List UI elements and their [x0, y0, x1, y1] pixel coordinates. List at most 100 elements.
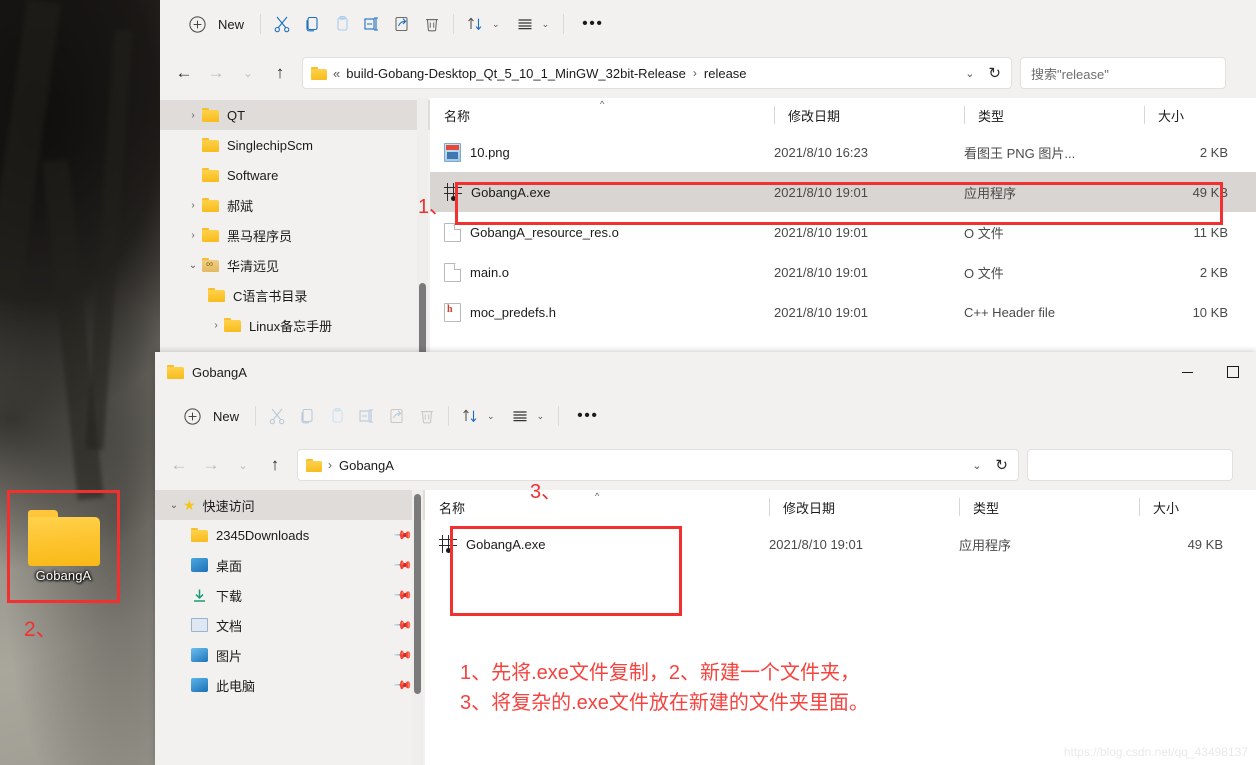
address-overflow[interactable]: « [333, 66, 340, 81]
paste-icon[interactable] [327, 8, 357, 40]
address-row-bottom: ← → ⌄ ↑ › GobangA ⌄ ↻ [155, 440, 1256, 490]
back-button[interactable]: ← [163, 449, 195, 481]
nav-item-haobin[interactable]: › 郝斌 [160, 190, 430, 220]
plus-circle-icon [182, 8, 212, 40]
forward-button[interactable]: → [200, 57, 232, 89]
delete-icon [412, 400, 442, 432]
breadcrumb-2[interactable]: release [704, 66, 747, 81]
new-button[interactable]: New [172, 8, 254, 40]
column-date[interactable]: 修改日期 [769, 490, 959, 524]
nav-item-qt[interactable]: › QT [160, 100, 430, 130]
column-name[interactable]: ^ 名称 [430, 98, 774, 132]
back-button[interactable]: ← [168, 57, 200, 89]
sort-icon[interactable] [455, 400, 485, 432]
chevron-right-icon[interactable]: › [184, 200, 202, 211]
nav-scrollbar-thumb[interactable] [414, 494, 421, 694]
scissors-icon[interactable] [267, 8, 297, 40]
refresh-icon[interactable]: ↻ [995, 456, 1008, 474]
folder-icon [306, 458, 322, 472]
nav-item-this-pc[interactable]: 此电脑 📌 [155, 670, 425, 700]
column-size[interactable]: 大小 [1139, 490, 1239, 524]
chevron-down-icon[interactable]: ⌄ [487, 411, 495, 422]
more-icon[interactable]: ••• [570, 15, 615, 33]
new-button[interactable]: New [167, 400, 249, 432]
address-bar[interactable]: « build-Gobang-Desktop_Qt_5_10_1_MinGW_3… [302, 57, 1012, 89]
forward-button[interactable]: → [195, 449, 227, 481]
pictures-icon [191, 648, 208, 662]
nav-header-quick-access[interactable]: ⌄ ★ 快速访问 [155, 490, 425, 520]
folder-icon [202, 138, 219, 152]
column-label: 类型 [978, 108, 1005, 124]
address-bar[interactable]: › GobangA ⌄ ↻ [297, 449, 1019, 481]
nav-item-pictures[interactable]: 图片 📌 [155, 640, 425, 670]
nav-item-desktop[interactable]: 桌面 📌 [155, 550, 425, 580]
folder-icon [208, 288, 225, 302]
exe-file-icon [439, 535, 457, 553]
table-row[interactable]: h moc_predefs.h 2021/8/10 19:01 C++ Head… [430, 292, 1256, 332]
view-icon[interactable] [510, 8, 540, 40]
address-chevron-icon[interactable]: ⌄ [965, 67, 974, 80]
up-button[interactable]: ↑ [264, 57, 296, 89]
column-name[interactable]: ^ 名称 [425, 490, 769, 524]
toolbar-divider-3 [563, 14, 565, 34]
recent-locations-button[interactable]: ⌄ [232, 57, 264, 89]
nav-item-linux[interactable]: › Linux备忘手册 [160, 310, 430, 340]
column-date[interactable]: 修改日期 [774, 98, 964, 132]
rename-icon[interactable] [357, 8, 387, 40]
search-input-top[interactable]: 搜索"release" [1020, 57, 1226, 89]
refresh-icon[interactable]: ↻ [988, 64, 1001, 82]
table-row[interactable]: main.o 2021/8/10 19:01 O 文件 2 KB [430, 252, 1256, 292]
chevron-down-icon-2[interactable]: ⌄ [542, 19, 550, 30]
chevron-down-icon[interactable]: ⌄ [492, 19, 500, 30]
nav-item-heima[interactable]: › 黑马程序员 [160, 220, 430, 250]
pin-icon[interactable]: 📌 [393, 555, 413, 575]
nav-item-software[interactable]: Software [160, 160, 430, 190]
column-type[interactable]: 类型 [964, 98, 1144, 132]
nav-item-downloads[interactable]: 下载 📌 [155, 580, 425, 610]
nav-item-2345downloads[interactable]: 2345Downloads 📌 [155, 520, 425, 550]
chevron-right-icon[interactable]: › [184, 230, 202, 241]
nav-scrollbar-thumb[interactable] [419, 283, 426, 355]
maximize-button[interactable] [1210, 352, 1256, 392]
breadcrumb-1[interactable]: GobangA [339, 458, 394, 473]
column-size[interactable]: 大小 [1144, 98, 1244, 132]
file-type: O 文件 [964, 225, 1004, 241]
address-chevron-icon[interactable]: ⌄ [972, 459, 981, 472]
pin-icon[interactable]: 📌 [393, 675, 413, 695]
chevron-down-icon[interactable]: ⌄ [184, 260, 202, 271]
desktop-folder-gobanga[interactable]: GobangA [7, 490, 120, 603]
table-row[interactable]: GobangA.exe 2021/8/10 19:01 应用程序 49 KB [425, 524, 1256, 564]
pin-icon[interactable]: 📌 [393, 645, 413, 665]
table-row[interactable]: 10.png 2021/8/10 16:23 看图王 PNG 图片... 2 K… [430, 132, 1256, 172]
copy-icon[interactable] [297, 8, 327, 40]
column-type[interactable]: 类型 [959, 490, 1139, 524]
file-type: C++ Header file [964, 304, 1056, 320]
chevron-down-icon[interactable]: ⌄ [165, 500, 183, 511]
pin-icon[interactable]: 📌 [393, 615, 413, 635]
chevron-down-icon-2[interactable]: ⌄ [537, 411, 545, 422]
pin-icon[interactable]: 📌 [393, 585, 413, 605]
pin-icon[interactable]: 📌 [393, 525, 413, 545]
nav-item-singlechipscm[interactable]: SinglechipScm [160, 130, 430, 160]
more-icon[interactable]: ••• [565, 407, 610, 425]
table-row[interactable]: GobangA_resource_res.o 2021/8/10 19:01 O… [430, 212, 1256, 252]
chevron-right-icon[interactable]: › [184, 110, 202, 121]
search-input-bottom[interactable] [1027, 449, 1233, 481]
view-icon[interactable] [505, 400, 535, 432]
chevron-right-icon[interactable]: › [208, 320, 224, 331]
toolbar-divider [255, 406, 257, 426]
share-icon[interactable] [387, 8, 417, 40]
table-row[interactable]: GobangA.exe 2021/8/10 19:01 应用程序 49 KB [430, 172, 1256, 212]
up-button[interactable]: ↑ [259, 449, 291, 481]
toolbar-divider [260, 14, 262, 34]
nav-item-huaqing[interactable]: ⌄ 华清远见 [160, 250, 430, 280]
recent-locations-button[interactable]: ⌄ [227, 449, 259, 481]
folder-icon [167, 365, 184, 379]
sort-icon[interactable] [460, 8, 490, 40]
minimize-button[interactable] [1164, 352, 1210, 392]
nav-item-documents[interactable]: 文档 📌 [155, 610, 425, 640]
delete-icon[interactable] [417, 8, 447, 40]
breadcrumb-1[interactable]: build-Gobang-Desktop_Qt_5_10_1_MinGW_32b… [346, 66, 686, 81]
file-name: GobangA_resource_res.o [470, 224, 619, 240]
nav-item-clang[interactable]: C语言书目录 [160, 280, 430, 310]
